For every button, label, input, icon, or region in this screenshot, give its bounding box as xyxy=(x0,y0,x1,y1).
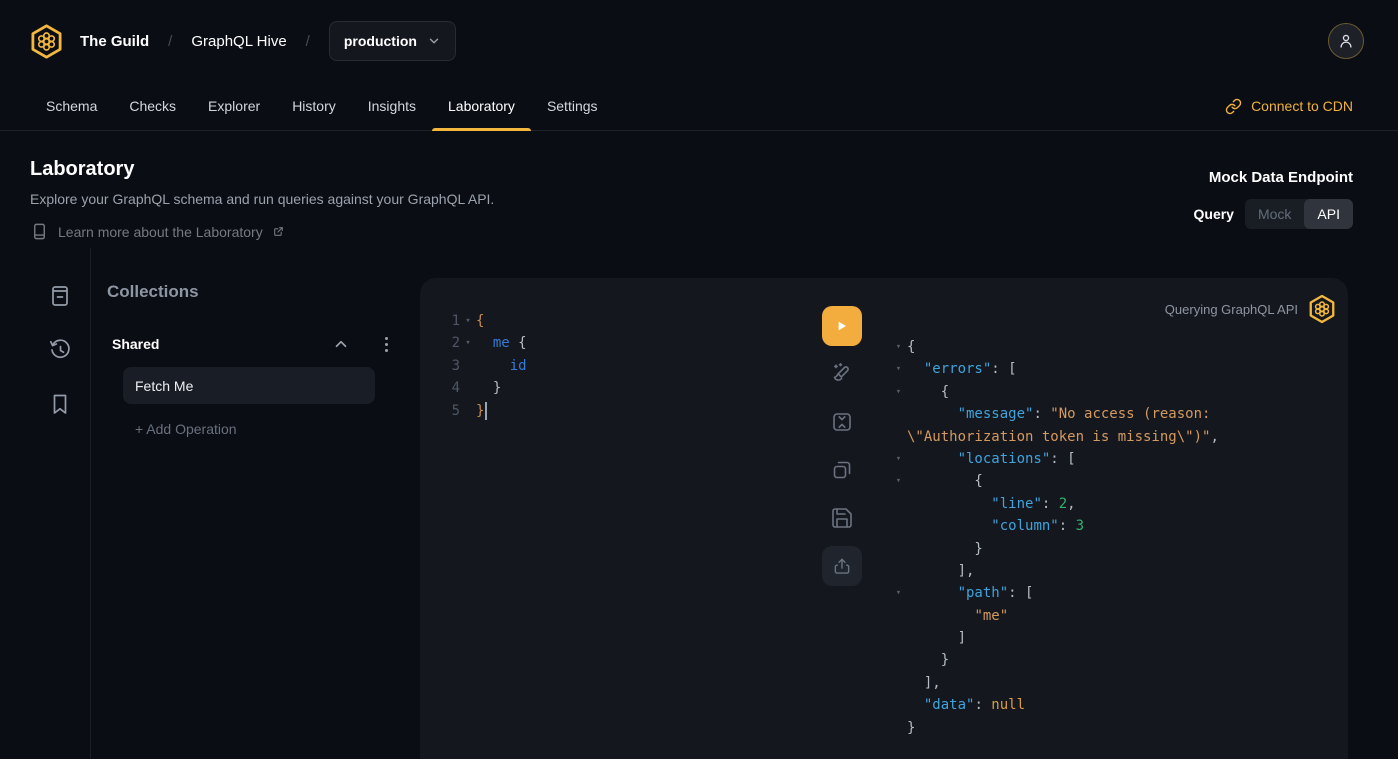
tab-insights[interactable]: Insights xyxy=(352,82,432,130)
tab-explorer[interactable]: Explorer xyxy=(192,82,276,130)
breadcrumb-separator: / xyxy=(306,33,310,50)
code-line: } xyxy=(890,649,1336,671)
hive-logo-icon xyxy=(1308,294,1336,324)
link-icon xyxy=(1225,98,1242,115)
toggle-option-api[interactable]: API xyxy=(1304,199,1353,229)
endpoint-toggle-label: Query xyxy=(1194,206,1234,222)
fold-arrow-icon[interactable]: ▾ xyxy=(890,582,907,604)
play-icon xyxy=(834,318,850,334)
code-line: } xyxy=(890,717,1336,739)
tab-checks[interactable]: Checks xyxy=(113,82,192,130)
code-line: ▾ "errors": [ xyxy=(890,358,1336,380)
book-icon xyxy=(30,222,49,241)
code-line: ▾ { xyxy=(890,381,1336,403)
external-link-icon xyxy=(272,225,285,238)
page-title: Laboratory xyxy=(30,158,494,181)
code-line: ▾ "path": [ xyxy=(890,582,1336,604)
tab-settings[interactable]: Settings xyxy=(531,82,614,130)
fold-arrow-icon[interactable]: ▾ xyxy=(460,332,476,354)
kebab-menu-icon[interactable] xyxy=(378,336,394,352)
fold-arrow-icon[interactable]: ▾ xyxy=(890,448,907,470)
code-line: 5} xyxy=(420,400,527,422)
code-line: ], xyxy=(890,560,1336,582)
save-icon[interactable] xyxy=(830,506,854,530)
code-line: } xyxy=(890,538,1336,560)
collections-title: Collections xyxy=(107,282,420,302)
endpoint-toggle-row: Query Mock API xyxy=(1194,199,1354,229)
code-line: 4 } xyxy=(420,377,527,399)
main-nav: Schema Checks Explorer History Insights … xyxy=(0,82,1398,131)
graphiql-card: 1▾{2▾ me {3 id4 }5} xyxy=(420,278,1348,759)
code-line: "line": 2, xyxy=(890,493,1336,515)
fold-arrow-icon[interactable]: ▾ xyxy=(890,470,907,492)
code-line: "data": null xyxy=(890,694,1336,716)
sidebar-rail xyxy=(30,284,90,416)
endpoint-toggle: Mock API xyxy=(1245,199,1353,229)
collection-group[interactable]: Shared xyxy=(112,335,394,353)
share-button[interactable] xyxy=(822,546,862,586)
code-line: ▾ "locations": [ xyxy=(890,448,1336,470)
collection-group-label: Shared xyxy=(112,336,332,352)
fold-arrow-icon[interactable]: ▾ xyxy=(460,310,476,332)
code-line: ▾ { xyxy=(890,470,1336,492)
collections-panel: Collections Shared Fetch Me + Add Operat… xyxy=(91,248,420,759)
tab-laboratory[interactable]: Laboratory xyxy=(432,82,531,130)
breadcrumb-separator: / xyxy=(168,33,172,50)
app-header: The Guild / GraphQL Hive / production xyxy=(0,0,1398,82)
breadcrumb-project[interactable]: GraphQL Hive xyxy=(191,33,286,50)
editor-toolbar xyxy=(822,302,862,590)
code-line: ▾{ xyxy=(890,336,1336,358)
learn-more-link[interactable]: Learn more about the Laboratory xyxy=(30,222,494,241)
execute-query-button[interactable] xyxy=(822,306,862,346)
breadcrumb-org[interactable]: The Guild xyxy=(80,33,149,50)
code-line: \"Authorization token is missing\")", xyxy=(890,426,1336,448)
response-status-label: Querying GraphQL API xyxy=(1165,302,1298,317)
code-line: "column": 3 xyxy=(890,515,1336,537)
prettify-icon[interactable] xyxy=(830,362,854,386)
code-line: 2▾ me { xyxy=(420,332,527,354)
response-header: Querying GraphQL API xyxy=(890,278,1336,324)
connect-to-cdn-label: Connect to CDN xyxy=(1251,98,1353,114)
user-icon xyxy=(1337,32,1355,50)
response-panel: Querying GraphQL API ▾{▾ "errors": [▾ { … xyxy=(890,278,1336,739)
text-cursor xyxy=(485,402,487,420)
hive-logo-icon xyxy=(30,23,63,60)
response-json: ▾{▾ "errors": [▾ { "message": "No access… xyxy=(890,336,1336,739)
query-editor[interactable]: 1▾{2▾ me {3 id4 }5} xyxy=(420,310,527,422)
target-selector-value: production xyxy=(344,33,417,49)
code-line: ] xyxy=(890,627,1336,649)
code-line: 1▾{ xyxy=(420,310,527,332)
query-editor-code[interactable]: 1▾{2▾ me {3 id4 }5} xyxy=(420,310,527,422)
bookmark-icon[interactable] xyxy=(48,392,72,416)
chevron-down-icon xyxy=(427,34,441,48)
connect-to-cdn-link[interactable]: Connect to CDN xyxy=(1225,82,1353,130)
code-line: 3 id xyxy=(420,355,527,377)
tab-schema[interactable]: Schema xyxy=(30,82,113,130)
page-head: Laboratory Explore your GraphQL schema a… xyxy=(30,131,494,241)
tab-history[interactable]: History xyxy=(276,82,352,130)
share-icon xyxy=(832,556,852,576)
endpoint-panel: Mock Data Endpoint Query Mock API xyxy=(1194,169,1354,229)
merge-fragments-icon[interactable] xyxy=(830,410,854,434)
fold-arrow-icon[interactable]: ▾ xyxy=(890,358,907,380)
page-description: Explore your GraphQL schema and run quer… xyxy=(30,191,494,207)
copy-query-icon[interactable] xyxy=(830,458,854,482)
fold-arrow-icon[interactable]: ▾ xyxy=(890,336,907,358)
code-line: ], xyxy=(890,672,1336,694)
learn-more-label: Learn more about the Laboratory xyxy=(58,224,263,240)
operation-item-fetch-me[interactable]: Fetch Me xyxy=(123,367,375,404)
chevron-up-icon[interactable] xyxy=(332,335,350,353)
endpoint-title: Mock Data Endpoint xyxy=(1209,169,1353,186)
docs-icon[interactable] xyxy=(48,284,72,308)
code-line: "message": "No access (reason: xyxy=(890,403,1336,425)
fold-arrow-icon[interactable]: ▾ xyxy=(890,381,907,403)
user-avatar-button[interactable] xyxy=(1328,23,1364,59)
history-icon[interactable] xyxy=(48,338,72,362)
toggle-option-mock[interactable]: Mock xyxy=(1245,199,1304,229)
code-line: "me" xyxy=(890,605,1336,627)
target-selector[interactable]: production xyxy=(329,21,456,61)
add-operation-button[interactable]: + Add Operation xyxy=(135,421,420,437)
